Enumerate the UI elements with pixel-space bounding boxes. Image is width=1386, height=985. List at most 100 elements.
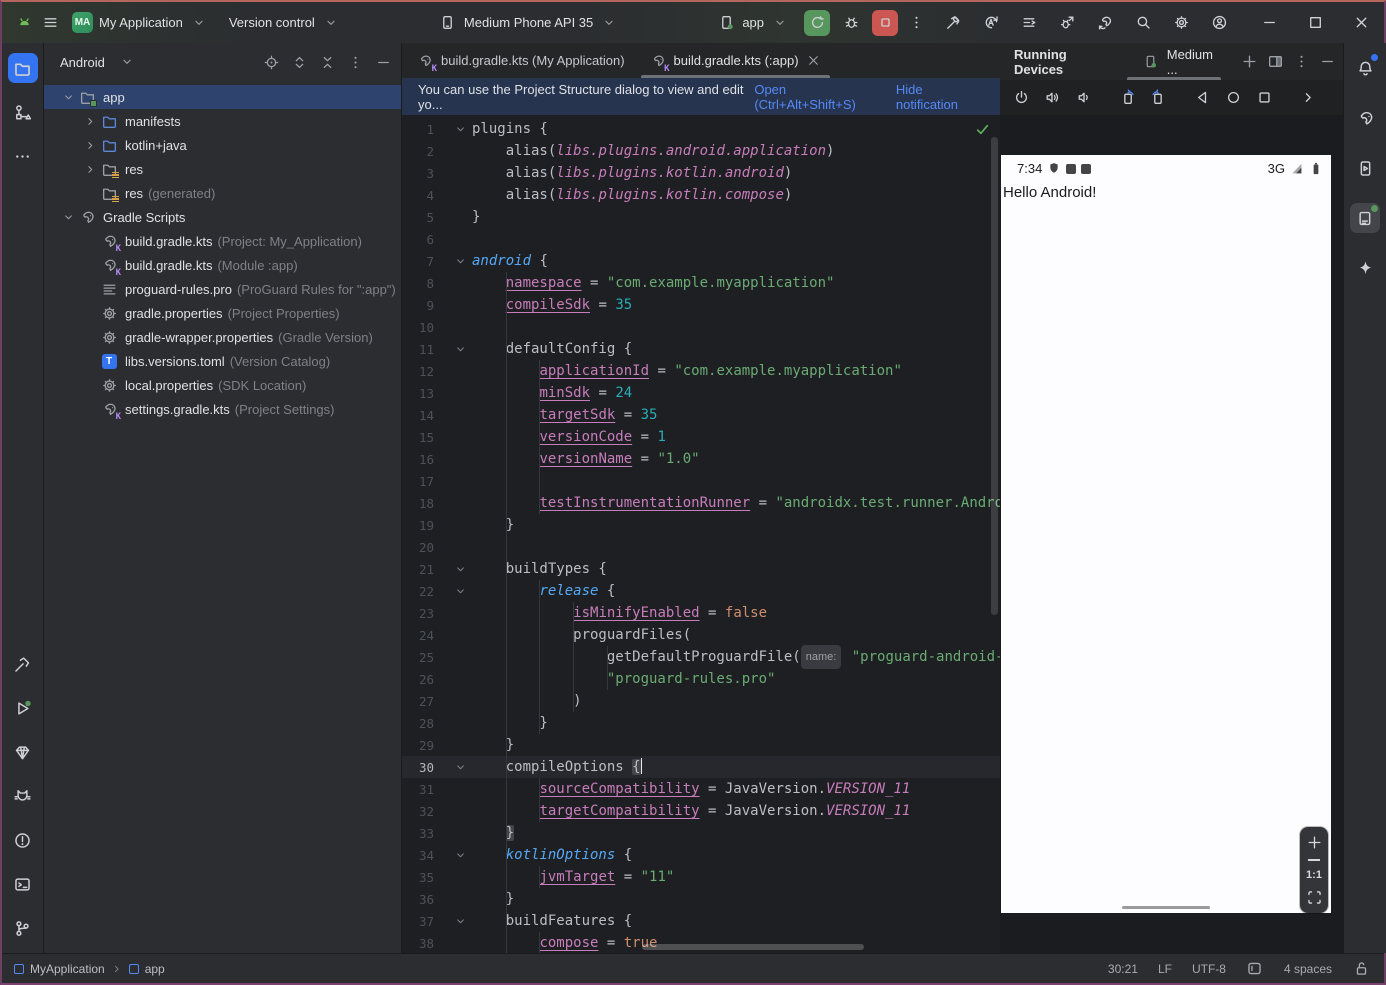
code-line-3[interactable]: 3 alias(libs.plugins.kotlin.android) (402, 162, 1000, 184)
settings-icon[interactable] (1170, 12, 1192, 34)
code-line-20[interactable]: 20 (402, 536, 1000, 558)
tool-strip-notifications-bell[interactable] (1350, 53, 1380, 83)
tree-item-settings-gradle-kts[interactable]: Ksettings.gradle.kts (Project Settings) (44, 397, 401, 422)
fold-chevron-icon[interactable] (450, 761, 470, 774)
tab-close-icon[interactable] (806, 53, 822, 69)
apply-changes-icon[interactable] (980, 12, 1002, 34)
code-line-7[interactable]: 7 android { (402, 250, 1000, 272)
code-line-33[interactable]: 33 } (402, 822, 1000, 844)
editor-horizontal-scrollbar[interactable] (642, 944, 864, 950)
code-line-21[interactable]: 21 buildTypes { (402, 558, 1000, 580)
code-line-18[interactable]: 18 testInstrumentationRunner = "androidx… (402, 492, 1000, 514)
code-line-1[interactable]: 1 plugins { (402, 118, 1000, 140)
notification-open-link[interactable]: Open (Ctrl+Alt+Shift+S) (754, 82, 882, 112)
tool-strip-version-control-branch[interactable] (8, 913, 38, 943)
tool-strip-gemini-star[interactable] (1350, 253, 1380, 283)
code-line-8[interactable]: 8 namespace = "com.example.myapplication… (402, 272, 1000, 294)
code-line-28[interactable]: 28 } (402, 712, 1000, 734)
power-icon[interactable] (1010, 87, 1032, 109)
zoom-out-icon[interactable] (1308, 859, 1320, 861)
gradle-sync-icon[interactable] (1094, 12, 1116, 34)
apply-code-changes-icon[interactable] (1018, 12, 1040, 34)
tree-item-kotlin-java[interactable]: kotlin+java (44, 133, 401, 157)
expand-all-icon[interactable] (289, 52, 309, 72)
tree-item-res[interactable]: res (generated) (44, 181, 401, 205)
tool-strip-problems[interactable] (8, 825, 38, 855)
code-line-30[interactable]: 30 compileOptions { (402, 756, 1000, 778)
rotate-left-icon[interactable] (1116, 87, 1138, 109)
fold-chevron-icon[interactable] (450, 123, 470, 136)
code-line-27[interactable]: 27 ) (402, 690, 1000, 712)
line-separator-widget[interactable]: LF (1158, 962, 1172, 976)
maximize-icon[interactable] (1292, 2, 1338, 43)
more-chevron-icon[interactable] (1297, 87, 1319, 109)
zoom-in-icon[interactable] (1305, 833, 1323, 851)
zoom-reset-button[interactable]: 1:1 (1306, 869, 1322, 881)
rerun-button[interactable] (804, 9, 831, 36)
close-icon[interactable] (1338, 2, 1384, 43)
code-line-32[interactable]: 32 targetCompatibility = JavaVersion.VER… (402, 800, 1000, 822)
fold-chevron-icon[interactable] (450, 849, 470, 862)
fold-chevron-icon[interactable] (450, 915, 470, 928)
editor-tab-1[interactable]: Kbuild.gradle.kts (:app) (637, 43, 834, 78)
run-config-selector[interactable]: app (716, 13, 790, 33)
code-line-34[interactable]: 34 kotlinOptions { (402, 844, 1000, 866)
tree-item-res[interactable]: res (44, 157, 401, 181)
code-line-15[interactable]: 15 versionCode = 1 (402, 426, 1000, 448)
inspection-ok-icon[interactable] (972, 119, 992, 139)
tree-item-proguard-rules-pro[interactable]: proguard-rules.pro (ProGuard Rules for ":… (44, 277, 401, 301)
project-view-selector[interactable]: Android (60, 55, 105, 70)
editor-vertical-scrollbar[interactable] (991, 137, 998, 615)
code-editor[interactable]: 1 plugins {2 alias(libs.plugins.android.a… (402, 115, 1000, 953)
code-line-23[interactable]: 23 isMinifyEnabled = false (402, 602, 1000, 624)
lock-open-icon[interactable] (1352, 960, 1370, 978)
breadcrumb-project[interactable]: MyApplication (30, 962, 105, 976)
select-opened-file-icon[interactable] (261, 52, 281, 72)
code-line-22[interactable]: 22 release { (402, 580, 1000, 602)
code-line-29[interactable]: 29 } (402, 734, 1000, 756)
editor-info-icon[interactable] (1246, 960, 1264, 978)
tool-strip-resource-manager[interactable] (8, 97, 38, 127)
tool-strip-terminal[interactable] (8, 869, 38, 899)
code-line-26[interactable]: 26 "proguard-rules.pro" (402, 668, 1000, 690)
back-icon[interactable] (1191, 87, 1213, 109)
encoding-widget[interactable]: UTF-8 (1192, 962, 1226, 976)
attach-debugger-icon[interactable] (1056, 12, 1078, 34)
gesture-navigation-pill[interactable] (1122, 905, 1210, 909)
emulator-screen[interactable]: 7:34 3G Hello Android! (1001, 155, 1331, 913)
minimize-icon[interactable] (1246, 2, 1292, 43)
code-line-19[interactable]: 19 } (402, 514, 1000, 536)
code-line-25[interactable]: 25 getDefaultProguardFile(name: "proguar… (402, 645, 1000, 669)
code-line-6[interactable]: 6 (402, 228, 1000, 250)
code-line-9[interactable]: 9 compileSdk = 35 (402, 294, 1000, 316)
overview-icon[interactable] (1253, 87, 1275, 109)
more-actions-icon[interactable] (906, 13, 926, 33)
tree-item-app[interactable]: app (44, 85, 401, 109)
tool-strip-build-hammer[interactable] (8, 649, 38, 679)
code-line-12[interactable]: 12 applicationId = "com.example.myapplic… (402, 360, 1000, 382)
chevron-right-icon[interactable] (80, 163, 100, 176)
main-menu-icon[interactable] (40, 13, 60, 33)
tree-item-libs-versions-toml[interactable]: Tlibs.versions.toml (Version Catalog) (44, 349, 401, 373)
code-line-4[interactable]: 4 alias(libs.plugins.kotlin.compose) (402, 184, 1000, 206)
add-device-icon[interactable] (1239, 52, 1259, 72)
code-line-13[interactable]: 13 minSdk = 24 (402, 382, 1000, 404)
tool-strip-running-devices[interactable] (1350, 203, 1380, 233)
hide-notification-link[interactable]: Hide notification (896, 82, 982, 112)
more-options-icon[interactable] (345, 52, 365, 72)
code-line-31[interactable]: 31 sourceCompatibility = JavaVersion.VER… (402, 778, 1000, 800)
rotate-right-icon[interactable] (1147, 87, 1169, 109)
tool-strip-logcat-cat[interactable] (8, 781, 38, 811)
account-icon[interactable] (1208, 12, 1230, 34)
volume-down-icon[interactable] (1072, 87, 1094, 109)
tool-strip-app-quality-insights[interactable] (8, 737, 38, 767)
fold-chevron-icon[interactable] (450, 343, 470, 356)
caret-position-widget[interactable]: 30:21 (1108, 962, 1138, 976)
tree-item-gradle-properties[interactable]: gradle.properties (Project Properties) (44, 301, 401, 325)
fold-chevron-icon[interactable] (450, 585, 470, 598)
tool-strip-project-folder[interactable] (7, 53, 38, 83)
code-line-36[interactable]: 36 } (402, 888, 1000, 910)
tool-strip-more-tools[interactable] (8, 141, 38, 171)
fold-chevron-icon[interactable] (450, 563, 470, 576)
home-icon[interactable] (1222, 87, 1244, 109)
